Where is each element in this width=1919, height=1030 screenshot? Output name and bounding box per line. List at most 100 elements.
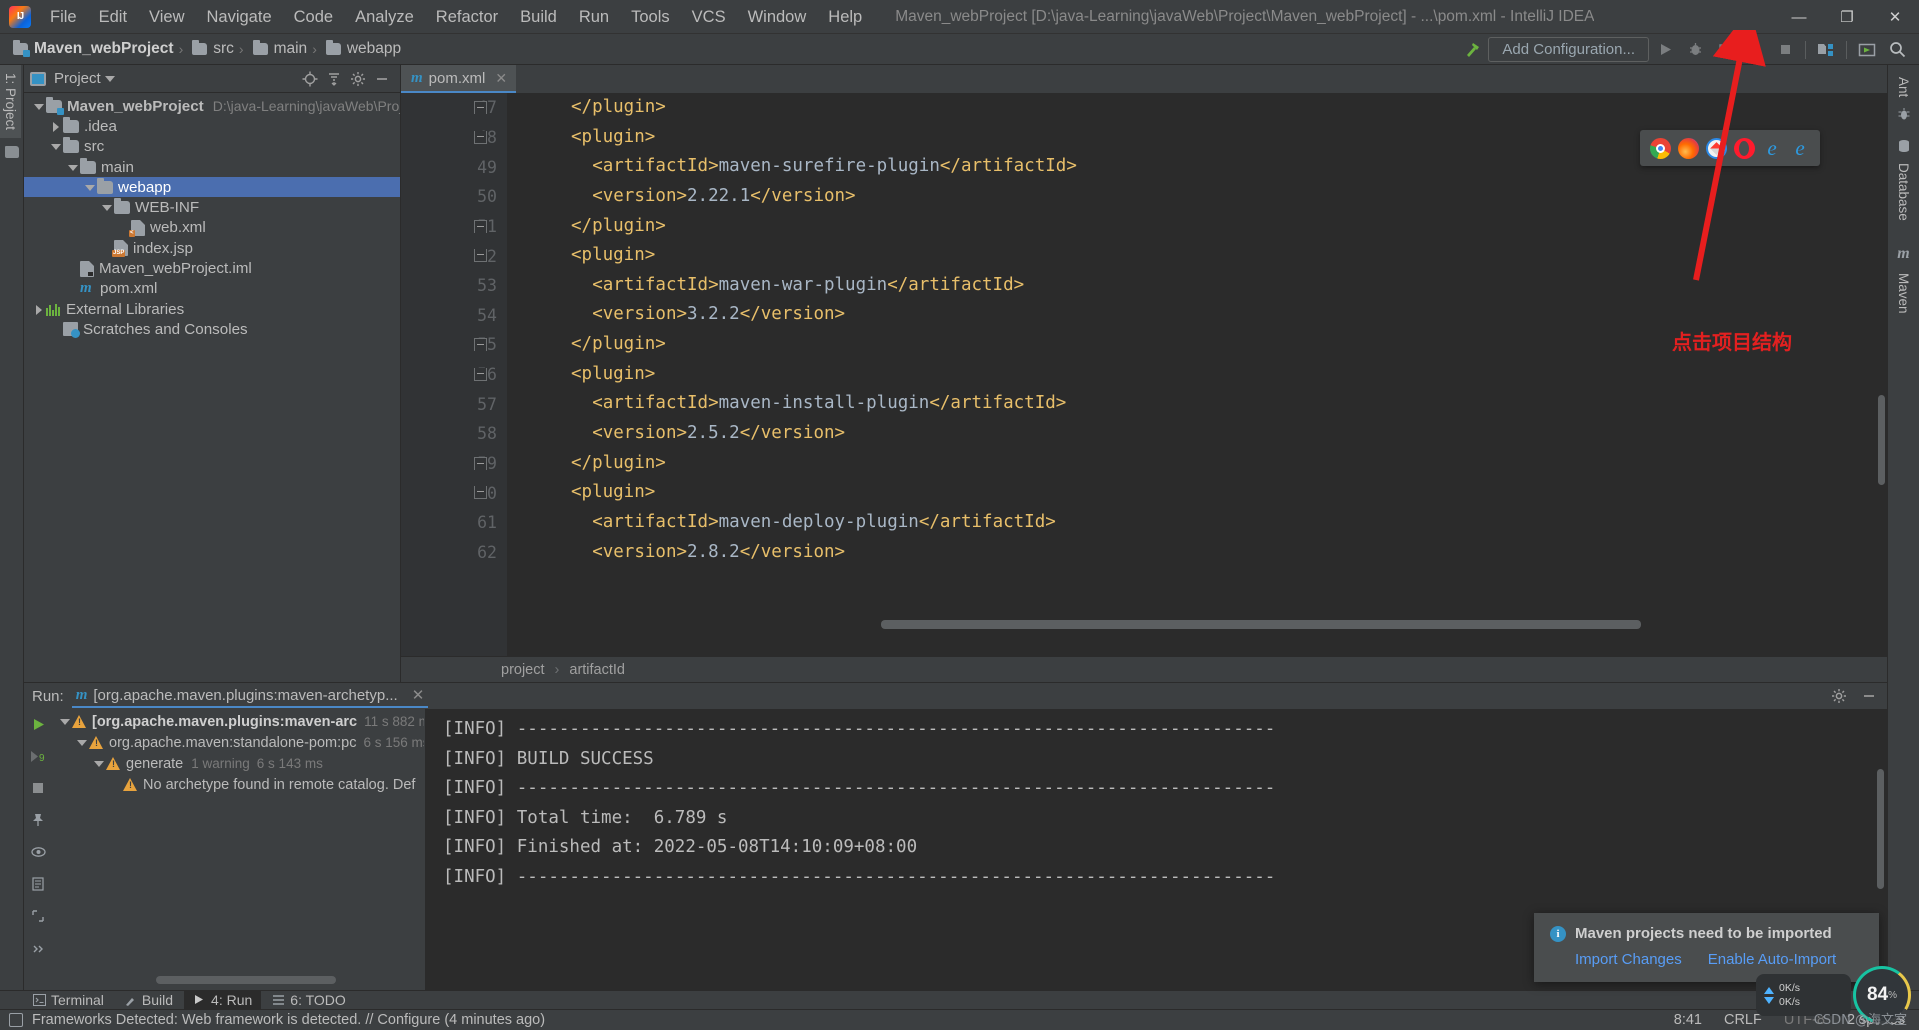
code-line[interactable]: <plugin> (507, 478, 1887, 508)
run-tree-item[interactable]: No archetype found in remote catalog. De… (52, 774, 424, 795)
code-line[interactable]: <artifactId>maven-install-plugin</artifa… (507, 389, 1887, 419)
left-tool-strip[interactable]: 1: Project (0, 65, 24, 990)
enable-auto-import-link[interactable]: Enable Auto-Import (1708, 951, 1836, 968)
rerun-icon[interactable] (28, 714, 48, 734)
close-icon[interactable]: ✕ (412, 686, 425, 704)
show-passed-icon[interactable] (28, 842, 48, 862)
tree-item[interactable]: Maven_webProject D:\java-Learning\javaWeb… (24, 96, 400, 116)
run-tab[interactable]: m [org.apache.maven.plugins:maven-archet… (71, 684, 429, 708)
fold-marker-bottom[interactable] (474, 219, 487, 233)
project-tree[interactable]: Maven_webProject D:\java-Learning\javaWeb… (24, 93, 400, 682)
code-line[interactable]: <plugin> (507, 360, 1887, 390)
hide-panel-icon[interactable] (1857, 684, 1881, 708)
chevron-down-icon[interactable] (49, 140, 62, 153)
tree-item[interactable]: WEB-INF (24, 197, 400, 217)
fold-marker-top[interactable] (474, 486, 487, 500)
event-log-icon[interactable] (9, 1013, 23, 1027)
minimize-button[interactable]: — (1775, 0, 1823, 34)
run-side-toolbar[interactable]: 9 (24, 709, 52, 990)
menu-bar[interactable]: File Edit View Navigate Code Analyze Refactor B… (39, 3, 873, 31)
menu-item-window[interactable]: Window (737, 3, 818, 31)
chrome-icon[interactable] (1649, 137, 1671, 159)
edge-icon[interactable]: e (1790, 137, 1811, 159)
edge-legacy-icon[interactable]: e (1762, 137, 1783, 159)
run-tree-item[interactable]: generate 1 warning 6 s 143 ms (52, 753, 424, 774)
run-tree-item[interactable]: org.apache.maven:standalone-pom:pc 6 s 15… (52, 732, 424, 753)
run-header-buttons[interactable] (1827, 683, 1881, 709)
menu-item-code[interactable]: Code (283, 3, 344, 31)
add-configuration-button[interactable]: Add Configuration... (1488, 37, 1649, 62)
menu-item-edit[interactable]: Edit (88, 3, 138, 31)
tree-item[interactable]: src (24, 137, 400, 157)
expand-icon[interactable] (28, 906, 48, 926)
chevron-down-icon[interactable] (32, 100, 45, 113)
tree-item[interactable]: Scratches and Consoles (24, 319, 400, 339)
locate-file-icon[interactable] (298, 67, 322, 91)
menu-item-analyze[interactable]: Analyze (344, 3, 425, 31)
stop-icon[interactable] (1771, 37, 1799, 63)
editor-breadcrumb-item[interactable]: project (501, 662, 545, 678)
editor-tab-bar[interactable]: m pom.xml ✕ (401, 65, 1887, 93)
tree-item[interactable]: .idea (24, 116, 400, 136)
chevron-down-icon[interactable] (100, 201, 113, 214)
build-hammer-icon[interactable] (1458, 37, 1486, 63)
run-result-tree[interactable]: [org.apache.maven.plugins:maven-arc 11 s … (52, 709, 424, 968)
code-line[interactable]: </plugin> (507, 212, 1887, 242)
code-viewport[interactable]: 47 48 49 50 51 52 53 54 55 56 57 58 59 60 61 62 </plugi… (401, 93, 1887, 656)
close-button[interactable]: ✕ (1871, 0, 1919, 34)
breadcrumb-item-webapp[interactable]: webapp (319, 40, 404, 58)
window-controls[interactable]: — ❐ ✕ (1775, 0, 1919, 34)
menu-item-help[interactable]: Help (817, 3, 873, 31)
more-icon[interactable] (28, 938, 48, 958)
chevron-down-icon[interactable] (104, 75, 115, 82)
tree-item[interactable]: Maven_webProject.iml (24, 258, 400, 278)
status-item-crlf[interactable]: CRLF (1724, 1012, 1762, 1028)
sidebar-item-ant[interactable]: Ant (1894, 71, 1913, 103)
chevron-down-icon[interactable] (92, 757, 105, 770)
chevron-right-icon[interactable] (32, 303, 45, 316)
code-line[interactable]: <version>2.5.2</version> (507, 419, 1887, 449)
structure-tool-icon[interactable] (4, 146, 19, 159)
firefox-icon[interactable] (1677, 137, 1699, 159)
menu-item-build[interactable]: Build (509, 3, 568, 31)
rerun-failed-icon[interactable]: 9 (28, 746, 48, 766)
run-tree-item[interactable]: [org.apache.maven.plugins:maven-arc 11 s … (52, 711, 424, 732)
code-line[interactable]: <version>2.22.1</version> (507, 182, 1887, 212)
fold-marker-top[interactable] (474, 130, 487, 144)
status-item-8-41[interactable]: 8:41 (1674, 1012, 1702, 1028)
run-icon[interactable] (1651, 37, 1679, 63)
bottom-tab-4-run[interactable]: 4: Run (184, 990, 262, 1010)
chevron-down-icon[interactable] (75, 736, 88, 749)
menu-item-navigate[interactable]: Navigate (196, 3, 283, 31)
opera-icon[interactable] (1733, 137, 1755, 159)
editor-vertical-scrollbar[interactable] (1878, 395, 1885, 485)
import-changes-link[interactable]: Import Changes (1575, 951, 1682, 968)
tree-item[interactable]: m pom.xml (24, 279, 400, 299)
project-structure-icon[interactable] (1812, 37, 1840, 63)
editor-breadcrumb-item[interactable]: artifactId (569, 662, 625, 678)
chevron-down-icon[interactable] (66, 161, 79, 174)
sidebar-item-maven[interactable]: Maven (1894, 267, 1913, 320)
bottom-tool-bar[interactable]: Terminal Build 4: Run 6: TODO (0, 990, 1919, 1010)
fold-column[interactable] (471, 93, 491, 656)
code-line[interactable]: <plugin> (507, 241, 1887, 271)
code-line[interactable]: </plugin> (507, 93, 1887, 123)
code-line[interactable]: <version>2.8.2</version> (507, 538, 1887, 568)
run-tree-scrollbar[interactable] (156, 976, 336, 984)
chevron-down-icon[interactable] (58, 715, 71, 728)
menu-item-refactor[interactable]: Refactor (425, 3, 509, 31)
close-icon[interactable]: ✕ (495, 70, 507, 87)
menu-item-run[interactable]: Run (568, 3, 620, 31)
fold-marker-top[interactable] (474, 367, 487, 381)
code-line[interactable]: <artifactId>maven-deploy-plugin</artifac… (507, 508, 1887, 538)
console-scrollbar[interactable] (1877, 769, 1884, 889)
debug-icon[interactable] (1681, 37, 1709, 63)
fold-marker-bottom[interactable] (474, 456, 487, 470)
menu-item-file[interactable]: File (39, 3, 88, 31)
code-line[interactable]: <artifactId>maven-war-plugin</artifactId… (507, 271, 1887, 301)
fold-marker-bottom[interactable] (474, 101, 487, 114)
menu-item-vcs[interactable]: VCS (681, 3, 737, 31)
right-tool-strip[interactable]: Ant Database m Maven (1887, 65, 1919, 990)
fold-marker-bottom[interactable] (474, 338, 487, 352)
breadcrumb[interactable]: Maven_webProject › src › main › webapp (0, 40, 404, 58)
